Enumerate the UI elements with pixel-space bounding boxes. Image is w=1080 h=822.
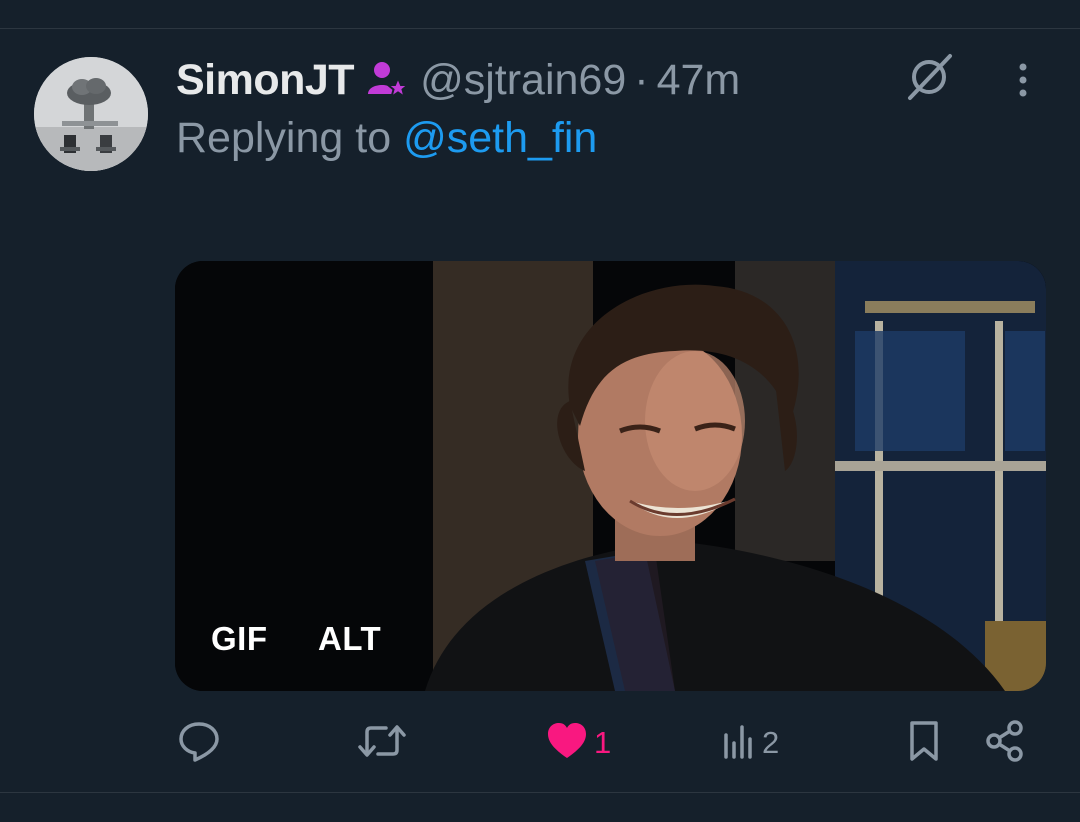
- alt-button[interactable]: ALT: [318, 620, 381, 658]
- more-icon[interactable]: [1008, 60, 1038, 100]
- reply-button[interactable]: [176, 720, 222, 766]
- gif-badge: GIF: [211, 620, 268, 657]
- retweet-button[interactable]: [356, 720, 408, 766]
- heart-icon: [546, 721, 588, 766]
- views-icon: [722, 721, 756, 766]
- replying-to: Replying to @seth_fin: [176, 114, 597, 163]
- user-handle[interactable]: @sjtrain69: [420, 56, 626, 105]
- separator-dot: ·: [634, 55, 649, 104]
- divider-bottom: [0, 792, 1080, 793]
- tweet-card[interactable]: SimonJT @sjtrain69 · 47m Replying to @se…: [0, 0, 1080, 822]
- tweet-header: SimonJT @sjtrain69 · 47m: [176, 52, 740, 108]
- subscriber-badge-icon: [364, 60, 411, 100]
- display-name[interactable]: SimonJT: [176, 56, 355, 105]
- avatar-image: [34, 57, 148, 171]
- retweet-icon: [356, 718, 408, 769]
- bookmark-button[interactable]: [906, 720, 942, 766]
- replying-to-handle[interactable]: @seth_fin: [403, 114, 597, 162]
- like-count: 1: [594, 725, 612, 760]
- timestamp[interactable]: 47m: [657, 56, 741, 105]
- share-icon: [984, 719, 1026, 768]
- share-button[interactable]: [984, 719, 1026, 768]
- bookmark-icon: [906, 719, 942, 768]
- gif-media[interactable]: [175, 261, 1046, 691]
- replying-prefix: Replying to: [176, 114, 404, 162]
- reply-icon: [176, 718, 222, 769]
- grok-icon[interactable]: [904, 52, 956, 102]
- views-button[interactable]: 2: [722, 720, 779, 766]
- avatar[interactable]: [34, 57, 148, 171]
- divider-top: [0, 28, 1080, 29]
- like-button[interactable]: 1: [546, 720, 611, 766]
- views-count: 2: [762, 725, 780, 760]
- gif-frame: [175, 261, 1046, 691]
